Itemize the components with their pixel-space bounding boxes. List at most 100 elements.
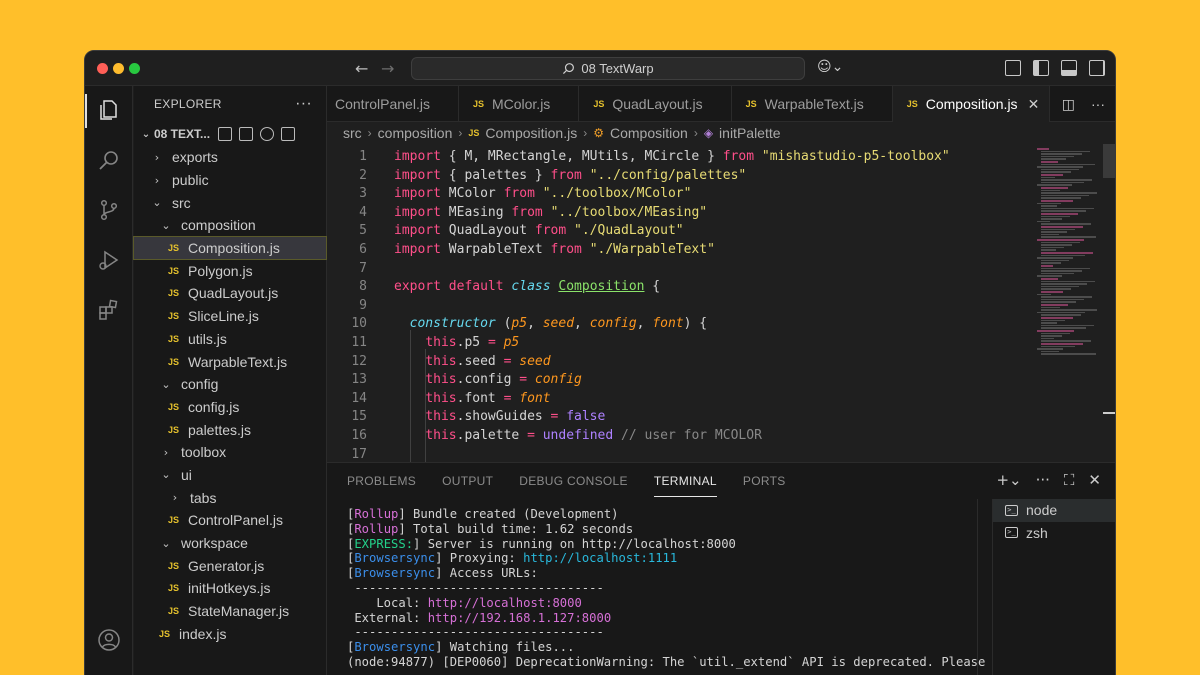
source-control-icon[interactable]	[97, 198, 121, 222]
minimap-line	[1041, 278, 1058, 280]
code-token: from	[722, 149, 755, 164]
terminal-session[interactable]: >_ zsh	[993, 522, 1115, 545]
minimap-line	[1041, 272, 1074, 275]
panel-tab[interactable]: TERMINAL	[653, 466, 717, 497]
editor-tab[interactable]: JS WarpableText.js	[732, 86, 893, 122]
terminal-session[interactable]: >_ node	[993, 499, 1115, 522]
toggle-secondary-sidebar-icon[interactable]	[1089, 60, 1105, 76]
forward-arrow-icon[interactable]: →	[381, 59, 394, 78]
breadcrumb-item[interactable]: initPalette	[719, 125, 780, 141]
tree-folder[interactable]: ⌄ config	[134, 373, 326, 396]
toggle-panel-icon[interactable]	[1061, 60, 1077, 76]
project-name: 08 TEXT...	[154, 127, 211, 141]
editor-tab[interactable]: ControlPanel.js	[327, 86, 459, 122]
tree-folder[interactable]: › toolbox	[134, 441, 326, 464]
minimap-line	[1041, 179, 1092, 181]
refresh-icon[interactable]	[260, 127, 275, 141]
tree-file[interactable]: JS utils.js	[134, 328, 326, 351]
minimap-line	[1041, 210, 1086, 212]
toggle-primary-sidebar-icon[interactable]	[1033, 60, 1049, 76]
tree-folder[interactable]: ⌄ src	[134, 191, 326, 214]
tree-file[interactable]: JS WarpableText.js	[134, 350, 326, 373]
panel-tab[interactable]: PROBLEMS	[347, 466, 416, 496]
minimap-line	[1041, 231, 1067, 233]
code-token: default	[448, 279, 504, 295]
split-editor-icon[interactable]: ◫	[1062, 96, 1075, 113]
tree-item-label: public	[172, 172, 209, 189]
line-number: 7	[359, 260, 367, 276]
tree-file[interactable]: JS SliceLine.js	[134, 305, 326, 328]
editor-tab[interactable]: JS MColor.js	[459, 86, 580, 122]
command-center-search[interactable]: 08 TextWarp	[411, 57, 805, 80]
back-arrow-icon[interactable]: ←	[355, 59, 368, 78]
project-root[interactable]: ⌄ 08 TEXT...	[134, 122, 326, 146]
code-token: seed	[542, 316, 575, 332]
panel-tab[interactable]: PORTS	[743, 466, 786, 496]
code-token: ,	[636, 316, 653, 332]
panel-tab[interactable]: OUTPUT	[442, 466, 493, 496]
explorer-icon[interactable]	[97, 98, 121, 122]
maximize-window-button[interactable]	[129, 63, 140, 74]
tree-file[interactable]: JS config.js	[134, 396, 326, 419]
new-file-icon[interactable]	[218, 127, 233, 141]
minimap-line	[1041, 270, 1082, 272]
line-number: 15	[351, 409, 367, 425]
code-token: .config	[456, 372, 520, 388]
maximize-panel-icon[interactable]: ⛶	[1064, 471, 1075, 489]
minimap-line	[1041, 236, 1096, 238]
collapse-all-icon[interactable]	[281, 127, 296, 141]
tree-file[interactable]: JS Polygon.js	[134, 259, 326, 282]
more-actions-icon[interactable]: ···	[295, 95, 312, 113]
breadcrumb-item[interactable]: Composition	[610, 125, 688, 141]
close-window-button[interactable]	[97, 63, 108, 74]
search-icon[interactable]	[97, 148, 121, 172]
minimap-line	[1041, 153, 1082, 155]
code-token: Composition	[558, 279, 645, 295]
minimap-line	[1041, 218, 1062, 220]
terminal-output[interactable]: [Rollup] Bundle created (Development) [Ro…	[347, 507, 985, 675]
more-actions-icon[interactable]: ···	[1091, 96, 1105, 113]
tree-folder[interactable]: ⌄ workspace	[134, 532, 326, 555]
panel-tab[interactable]: DEBUG CONSOLE	[519, 466, 628, 496]
minimize-window-button[interactable]	[113, 63, 124, 74]
run-debug-icon[interactable]	[97, 248, 121, 272]
close-tab-icon[interactable]: ✕	[1028, 96, 1040, 113]
minimap-line	[1041, 259, 1069, 262]
new-terminal-icon[interactable]: +⌄	[996, 471, 1021, 489]
editor-scrollbar[interactable]	[1103, 144, 1115, 178]
tree-file[interactable]: JS initHotkeys.js	[134, 577, 326, 600]
js-file-icon: JS	[159, 628, 171, 639]
tree-file[interactable]: JS Composition.js	[133, 235, 327, 261]
tree-folder[interactable]: › exports	[134, 146, 326, 169]
tree-folder[interactable]: › tabs	[134, 486, 326, 509]
editor-tab[interactable]: JS QuadLayout.js	[579, 86, 732, 122]
breadcrumb-item[interactable]: composition	[378, 125, 453, 141]
minimap[interactable]	[1037, 144, 1101, 462]
code-editor[interactable]: 1 import { M, MRectangle, MUtils, MCircle…	[327, 144, 1115, 462]
account-icon[interactable]	[97, 628, 121, 652]
code-line: 7	[327, 260, 1027, 279]
breadcrumb-item[interactable]: Composition.js	[485, 125, 577, 141]
tree-file[interactable]: JS StateManager.js	[134, 600, 326, 623]
copilot-icon[interactable]: ☺⌄	[817, 59, 843, 75]
editor-tab[interactable]: JS Composition.js ✕	[892, 86, 1051, 122]
breadcrumb-item[interactable]: src	[343, 125, 362, 141]
tree-file[interactable]: JS palettes.js	[134, 418, 326, 441]
js-file-icon: JS	[906, 99, 918, 109]
tree-folder[interactable]: › public	[134, 169, 326, 192]
tree-file[interactable]: JS index.js	[134, 622, 326, 645]
tree-file[interactable]: JS Generator.js	[134, 554, 326, 577]
more-actions-icon[interactable]: ···	[1036, 471, 1050, 489]
tree-folder[interactable]: ⌄ ui	[134, 464, 326, 487]
tree-file[interactable]: JS ControlPanel.js	[134, 509, 326, 532]
code-token: WarpableText	[440, 242, 551, 257]
customize-layout-icon[interactable]	[1005, 60, 1021, 76]
tree-file[interactable]: JS QuadLayout.js	[134, 282, 326, 305]
close-panel-icon[interactable]: ✕	[1088, 471, 1101, 489]
minimap-line	[1041, 181, 1084, 184]
new-folder-icon[interactable]	[239, 127, 254, 141]
tree-folder[interactable]: ⌄ composition	[134, 214, 326, 237]
extensions-icon[interactable]	[97, 298, 121, 322]
minimap-line	[1041, 304, 1068, 306]
